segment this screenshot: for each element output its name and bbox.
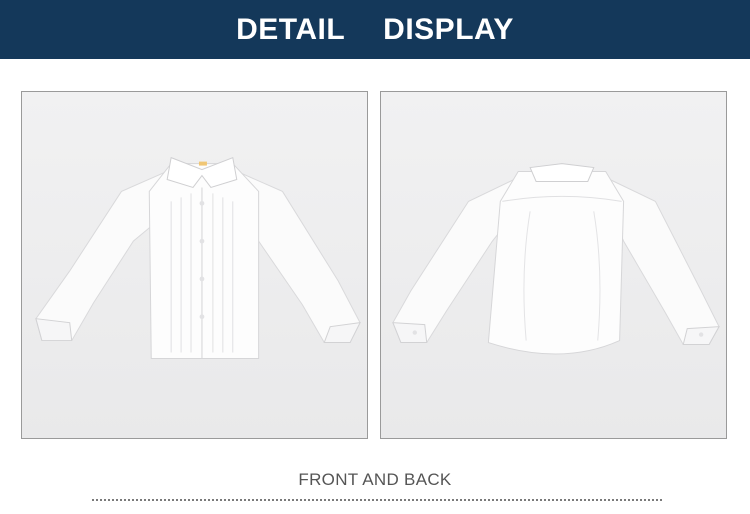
dotted-divider [92,499,662,501]
banner-title-detail: DETAIL [236,12,346,46]
shirt-front-icon [22,92,367,438]
photos-caption: FRONT AND BACK [298,470,452,489]
header-banner: DETAIL DISPLAY [0,0,750,59]
banner-title: DETAIL DISPLAY [236,13,514,47]
banner-title-display: DISPLAY [383,12,514,46]
shirt-back-photo [380,91,727,439]
shirt-front-photo [21,91,368,439]
shirt-back-icon [381,92,726,438]
